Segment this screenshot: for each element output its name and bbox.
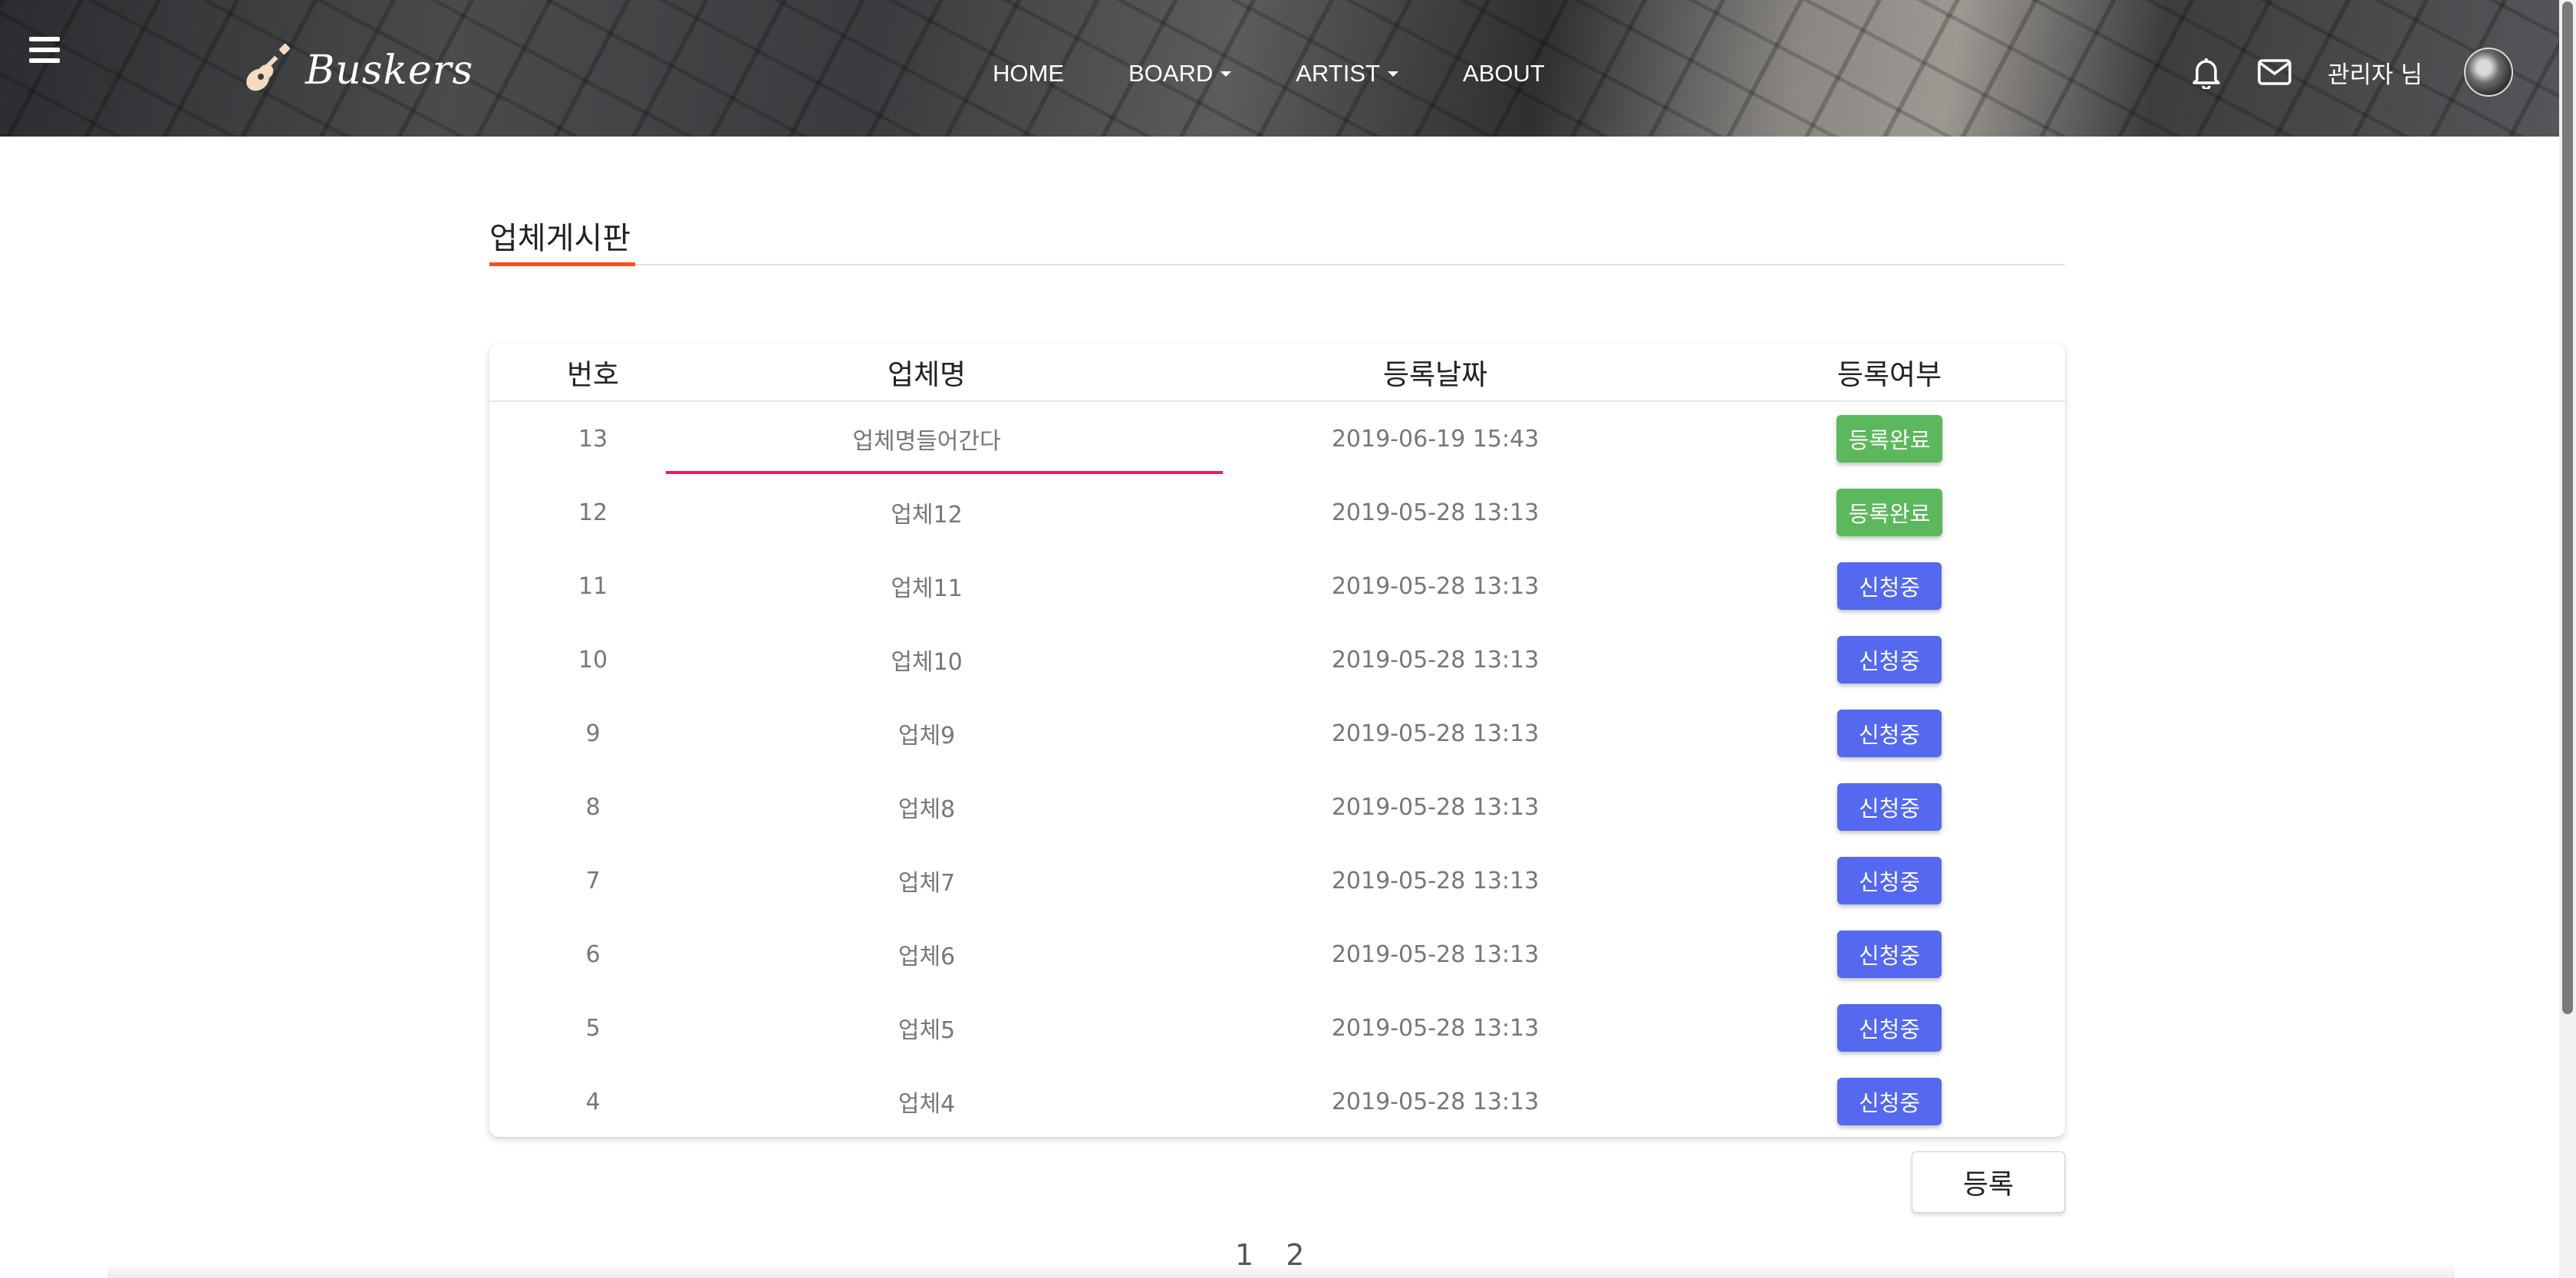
nav-about-label: ABOUT [1462,60,1545,87]
status-badge[interactable]: 신청중 [1837,710,1942,757]
guitar-icon [246,44,290,91]
table-row[interactable]: 8 업체8 2019-05-28 13:13 신청중 [489,770,2065,844]
table-body: 13 업체명들어간다 2019-06-19 15:43 등록완료 12 업체12 2019-… [489,401,2065,1138]
table-row[interactable]: 6 업체6 2019-05-28 13:13 신청중 [489,917,2065,991]
logo[interactable]: Buskers [239,43,473,98]
menu-icon[interactable] [29,37,60,63]
table-row[interactable]: 10 업체10 2019-05-28 13:13 신청중 [489,623,2065,697]
cell-company-name: 업체명들어간다 [852,428,1001,455]
column-header-date: 등록날짜 [1157,344,1714,402]
cell-date: 2019-05-28 13:13 [1331,572,1540,600]
column-header-number: 번호 [489,344,697,402]
bell-icon[interactable] [2191,55,2222,89]
top-header: Buskers HOME BOARD ARTIST ABOUT 관리자 님 [0,0,2559,137]
cell-number: 13 [578,425,608,453]
user-name[interactable]: 관리자 님 [2327,55,2423,90]
nav-about[interactable]: ABOUT [1463,60,1545,87]
nav-artist[interactable]: ARTIST [1296,60,1398,87]
cell-date: 2019-05-28 13:13 [1331,1014,1540,1042]
cell-number: 10 [578,646,608,674]
cell-number: 5 [585,1014,601,1042]
table-header-row: 번호 업체명 등록날짜 등록여부 [489,344,2065,402]
cell-number: 11 [578,572,608,600]
nav-board[interactable]: BOARD [1128,60,1232,87]
cell-company-name: 업체7 [898,870,956,897]
cell-company-name: 업체8 [898,796,956,823]
cell-company-name: 업체9 [898,723,956,749]
cell-date: 2019-05-28 13:13 [1331,646,1540,674]
status-badge[interactable]: 신청중 [1837,562,1942,610]
status-badge[interactable]: 신청중 [1837,783,1942,831]
cell-status: 신청중 [1714,697,2065,770]
caret-down-icon [1387,71,1398,77]
nav-artist-label: ARTIST [1296,60,1380,87]
cell-company-name: 업체11 [891,575,963,602]
avatar[interactable] [2464,48,2513,97]
nav-home-label: HOME [993,60,1064,87]
status-badge[interactable]: 신청중 [1837,857,1942,904]
cell-number: 9 [585,720,601,747]
cell-status: 신청중 [1714,1065,2065,1138]
cell-number: 8 [585,793,601,821]
column-header-company: 업체명 [697,344,1157,402]
cell-date: 2019-05-28 13:13 [1331,1088,1540,1115]
status-badge[interactable]: 등록완료 [1836,489,1943,536]
status-badge[interactable]: 신청중 [1837,931,1942,978]
scrollbar-thumb[interactable] [2562,2,2573,1014]
cell-status: 신청중 [1714,770,2065,844]
status-badge[interactable]: 신청중 [1837,636,1942,683]
cell-number: 6 [585,940,601,968]
status-badge[interactable]: 신청중 [1837,1004,1942,1052]
cell-date: 2019-05-28 13:13 [1331,940,1540,968]
table-row[interactable]: 12 업체12 2019-05-28 13:13 등록완료 [489,476,2065,549]
cell-company-name: 업체5 [898,1017,956,1044]
cell-date: 2019-05-28 13:13 [1331,793,1540,821]
cell-company-name: 업체6 [898,944,956,970]
title-divider [489,264,2065,265]
cell-number: 12 [578,499,608,526]
table-row[interactable]: 11 업체11 2019-05-28 13:13 신청중 [489,549,2065,623]
column-header-status: 등록여부 [1714,344,2065,402]
cell-status: 신청중 [1714,549,2065,623]
title-accent-bar [489,262,635,266]
footer-shadow [107,1263,2455,1278]
table-row[interactable]: 7 업체7 2019-05-28 13:13 신청중 [489,844,2065,917]
cell-date: 2019-05-28 13:13 [1331,867,1540,894]
nav-board-label: BOARD [1128,60,1214,87]
cell-date: 2019-06-19 15:43 [1331,425,1540,453]
status-badge[interactable]: 신청중 [1837,1078,1942,1125]
cell-company-name: 업체10 [891,649,963,676]
main-nav: HOME BOARD ARTIST ABOUT [993,60,1609,87]
logo-text: Buskers [305,48,474,94]
table-row[interactable]: 13 업체명들어간다 2019-06-19 15:43 등록완료 [489,401,2065,476]
cell-status: 신청중 [1714,844,2065,917]
nav-home[interactable]: HOME [993,60,1064,87]
cell-status: 신청중 [1714,623,2065,697]
header-user-area: 관리자 님 [2191,48,2513,97]
cell-date: 2019-05-28 13:13 [1331,499,1540,526]
status-badge[interactable]: 등록완료 [1836,415,1943,463]
table-row[interactable]: 4 업체4 2019-05-28 13:13 신청중 [489,1065,2065,1138]
cell-status: 등록완료 [1714,401,2065,476]
cell-number: 4 [585,1088,601,1115]
cell-company-name: 업체12 [891,502,963,529]
cell-status: 신청중 [1714,917,2065,991]
cell-company-name: 업체4 [898,1091,956,1118]
cell-date: 2019-05-28 13:13 [1331,720,1540,747]
register-button[interactable]: 등록 [1912,1151,2065,1213]
table-row[interactable]: 9 업체9 2019-05-28 13:13 신청중 [489,697,2065,770]
scrollbar[interactable] [2559,0,2576,1278]
cell-status: 등록완료 [1714,476,2065,549]
mail-icon[interactable] [2257,58,2292,86]
company-board-table: 번호 업체명 등록날짜 등록여부 13 업체명들어간다 2019-06-19 15:… [489,344,2065,1137]
caret-down-icon [1220,71,1232,77]
cell-status: 신청중 [1714,991,2065,1065]
cell-number: 7 [585,867,601,894]
table-row[interactable]: 5 업체5 2019-05-28 13:13 신청중 [489,991,2065,1065]
row-hover-underline [666,471,1223,474]
page-title: 업체게시판 [489,221,631,256]
